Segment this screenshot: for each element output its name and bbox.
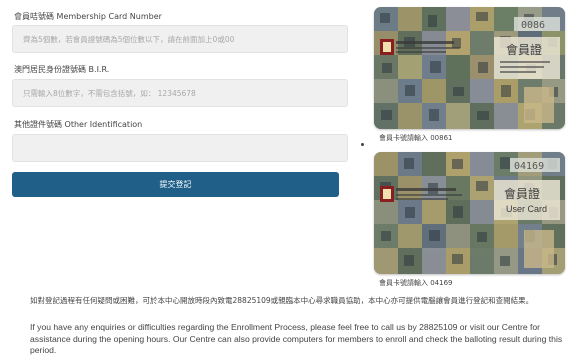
other-id-input[interactable]	[13, 135, 347, 161]
card-2-caption: 會員卡號請輸入 04169	[379, 279, 453, 287]
svg-text:User Card: User Card	[506, 204, 547, 214]
other-id-field[interactable]	[12, 134, 348, 162]
svg-text:04169: 04169	[514, 161, 544, 172]
svg-text:會員證: 會員證	[504, 186, 540, 201]
bir-label: 澳門居民身份證號碼 B.I.R.	[14, 65, 110, 74]
card-1-caption: 會員卡號請輸入 00861	[379, 134, 453, 142]
bir-field[interactable]	[12, 79, 348, 107]
svg-text:會員證: 會員證	[506, 42, 542, 57]
member-card-sample-2: 04169 會員證 User Card	[374, 152, 565, 274]
membership-number-input[interactable]	[13, 26, 347, 52]
member-card-sample-1: 0086 會員證	[374, 7, 565, 129]
member-card-2-image: 04169 會員證 User Card	[374, 152, 565, 274]
bir-input[interactable]	[13, 80, 347, 106]
other-id-label: 其他證件號碼 Other Identification	[14, 120, 143, 129]
notice-english: If you have any enquiries or difficultie…	[30, 322, 563, 355]
submit-button[interactable]: 提交登記	[12, 172, 339, 197]
membership-number-label: 會員咭號碼 Membership Card Number	[14, 12, 162, 21]
svg-text:0086: 0086	[521, 20, 545, 31]
decorative-dot	[361, 143, 364, 146]
member-card-1-image: 0086 會員證	[374, 7, 565, 129]
membership-number-field[interactable]	[12, 25, 348, 53]
notice-chinese: 如對登記過程有任何疑問或困難，可於本中心開放時段內致電28825109或親臨本中…	[30, 296, 534, 305]
